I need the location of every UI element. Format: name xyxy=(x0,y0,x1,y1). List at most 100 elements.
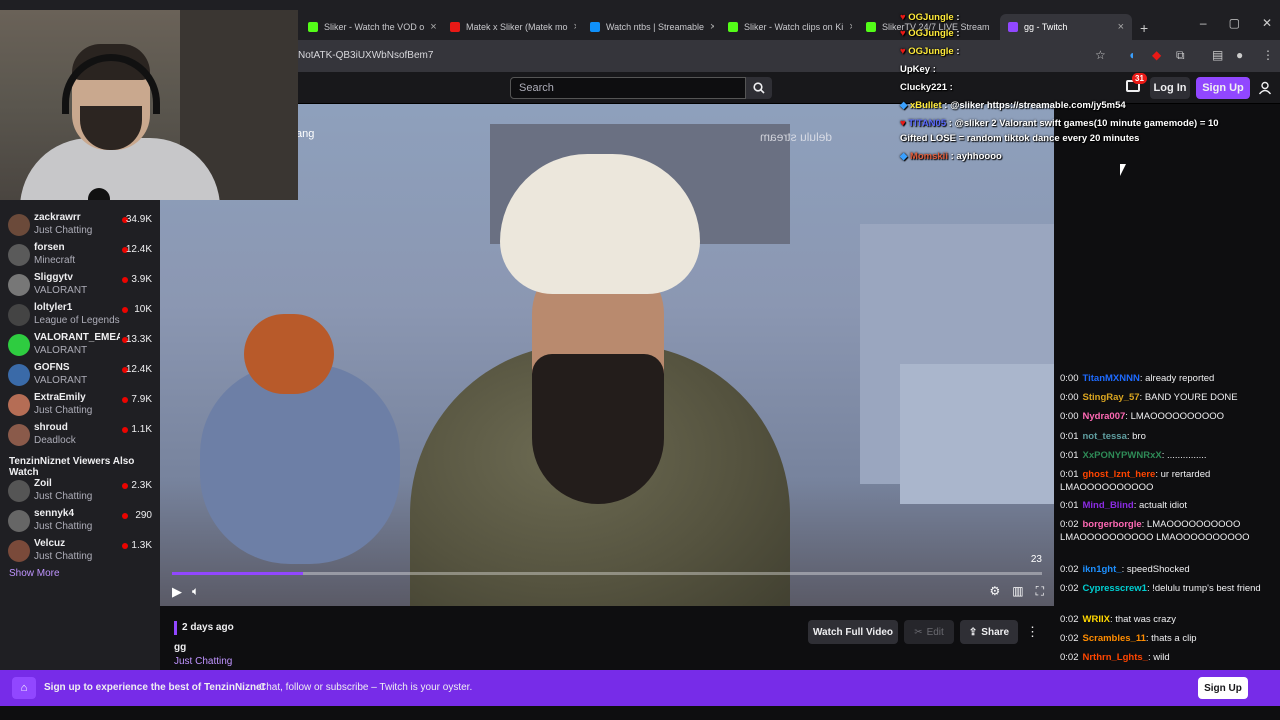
viewer-count: 34.9K xyxy=(125,214,152,225)
tab-favicon-icon xyxy=(866,22,876,32)
share-button[interactable]: ⇪ Share xyxy=(960,620,1018,644)
scissors-icon: ✂ xyxy=(914,626,923,638)
channel-name: Zoil xyxy=(34,478,52,489)
user-icon[interactable] xyxy=(1258,81,1272,95)
share-label: Share xyxy=(981,626,1010,638)
more-options-icon[interactable]: ⋮ xyxy=(1026,624,1039,640)
channel-name: VALORANT_EMEA xyxy=(34,332,120,343)
tab-favicon-icon xyxy=(450,22,460,32)
player-right-controls: ⚙ ▥ ⛶ xyxy=(989,584,1044,599)
share-icon: ⇪ xyxy=(968,626,978,638)
channel-game: VALORANT xyxy=(34,375,88,386)
tab-favicon-icon xyxy=(728,22,738,32)
tab-favicon-icon xyxy=(308,22,318,32)
channel-name: Sliggytv xyxy=(34,272,73,283)
chat-message: 0:00 StingRay_57: BAND YOURE DONE xyxy=(1060,392,1238,403)
tab-close-icon[interactable]: × xyxy=(849,21,852,33)
viewer-count: 10K xyxy=(134,304,152,315)
channel-item[interactable]: ExtraEmily Just Chatting 7.9K xyxy=(0,390,160,420)
live-dot-icon xyxy=(122,277,128,283)
edit-button[interactable]: ✂ Edit xyxy=(904,620,954,644)
viewer-count: 12.4K xyxy=(125,364,152,375)
avatar xyxy=(8,334,30,356)
overlay-chat-message-continued: Gifted LOSE = random tiktok dance every … xyxy=(900,133,1140,144)
chat-message: 0:01 ghost_lznt_here: ur rertarded LMAOOO… xyxy=(1060,469,1211,493)
channel-name: sennyk4 xyxy=(34,508,75,519)
seek-bar[interactable] xyxy=(172,572,1042,575)
chat-message: 0:02 WRIIX: that was crazy xyxy=(1060,614,1176,625)
edit-label: Edit xyxy=(926,626,944,638)
channel-game: VALORANT xyxy=(34,285,88,296)
tab-close-icon[interactable]: × xyxy=(710,21,714,33)
channel-item[interactable]: GOFNS VALORANT 12.4K xyxy=(0,360,160,390)
chat-message: 0:01 Mind_Blind: actualt idiot xyxy=(1060,500,1188,511)
settings-gear-icon[interactable]: ⚙ xyxy=(989,584,1000,599)
browser-tab[interactable]: Matek x Sliker (Matek mo× xyxy=(442,14,576,40)
channel-game: Just Chatting xyxy=(34,491,93,502)
overlay-chat-message: ♥ OGJungle : xyxy=(900,28,960,39)
browser-tab[interactable]: Watch ntbs | Streamable × xyxy=(582,14,714,40)
channel-item[interactable]: shroud Deadlock 1.1K xyxy=(0,420,160,450)
twitch-glitch-icon: ⌂ xyxy=(12,677,36,699)
tab-close-icon[interactable]: × xyxy=(430,21,436,33)
url-text[interactable]: NotATK-QB3iUXWbNsofBem7 xyxy=(298,50,433,61)
avatar xyxy=(8,394,30,416)
search-input[interactable]: Search xyxy=(510,77,746,99)
viewer-count: 13.3K xyxy=(125,334,152,345)
avatar xyxy=(8,540,30,562)
background-monitor xyxy=(900,364,1054,504)
live-dot-icon xyxy=(122,543,128,549)
streamer-webcam xyxy=(0,10,298,200)
avatar xyxy=(8,304,30,326)
volume-icon[interactable]: 🔈︎ xyxy=(192,584,199,599)
channel-name: ExtraEmily xyxy=(34,392,86,403)
viewer-count: 7.9K xyxy=(131,394,152,405)
mouse-cursor-icon xyxy=(1120,164,1126,176)
chat-message: 0:01 not_tessa: bro xyxy=(1060,431,1146,442)
fullscreen-icon[interactable]: ⛶ xyxy=(1036,584,1044,599)
channel-item[interactable]: zackrawrr Just Chatting 34.9K xyxy=(0,210,160,240)
browser-tab[interactable]: Sliker - Watch the VOD o × xyxy=(300,14,438,40)
avatar xyxy=(8,214,30,236)
channel-item[interactable]: Zoil Just Chatting 2.3K xyxy=(0,476,160,506)
channel-item[interactable]: Velcuz Just Chatting 1.3K xyxy=(0,536,160,566)
search-button[interactable] xyxy=(746,77,772,99)
channel-game: Just Chatting xyxy=(34,405,93,416)
bottom-strip xyxy=(0,706,1280,720)
channel-item[interactable]: VALORANT_EMEA VALORANT 13.3K xyxy=(0,330,160,360)
chat-message: 0:00 Nydra007: LMAOOOOOOOOOO xyxy=(1060,411,1224,422)
browser-tab[interactable]: Sliker - Watch clips on Ki× xyxy=(720,14,852,40)
beanbag xyxy=(200,364,400,564)
chat-message: 0:02 Scrambles_11: thats a clip xyxy=(1060,633,1197,644)
watch-full-video-button[interactable]: Watch Full Video xyxy=(808,620,898,644)
play-icon[interactable]: ▶ xyxy=(172,584,182,600)
channel-item[interactable]: forsen Minecraft 12.4K xyxy=(0,240,160,270)
live-dot-icon xyxy=(122,427,128,433)
viewer-count: 3.9K xyxy=(131,274,152,285)
viewer-count: 12.4K xyxy=(125,244,152,255)
channel-game: Just Chatting xyxy=(34,551,93,562)
time-remaining: 23 xyxy=(1030,554,1042,565)
theatre-mode-icon[interactable]: ▥ xyxy=(1012,584,1023,599)
channel-game: Deadlock xyxy=(34,435,76,446)
tab-close-icon[interactable]: × xyxy=(574,21,576,33)
viewer-count: 2.3K xyxy=(131,480,152,491)
signup-banner: ⌂ Sign up to experience the best of Tenz… xyxy=(0,670,1280,706)
channel-item[interactable]: loltyler1 League of Legends 10K xyxy=(0,300,160,330)
show-more-link[interactable]: Show More xyxy=(9,568,60,579)
seek-bar-fill xyxy=(172,572,303,575)
menu-dots-icon[interactable]: ⋮ xyxy=(1262,48,1274,62)
overlay-chat-message: ♥ OGJungle : xyxy=(900,46,960,57)
channel-name: forsen xyxy=(34,242,65,253)
channel-item[interactable]: sennyk4 Just Chatting 290 xyxy=(0,506,160,536)
clip-title: gg xyxy=(174,642,187,653)
close-window-icon[interactable]: ✕ xyxy=(1262,16,1272,30)
screen: Sliker - Watch the VOD o × Matek x Sliker… xyxy=(0,0,1280,720)
clip-age: 2 days ago xyxy=(182,622,234,633)
chat-message: 0:02 borgerborgle: LMAOOOOOOOOOO LMAOOOOO… xyxy=(1060,519,1250,543)
chat-message: 0:02 Nrthrn_Lghts_: wild xyxy=(1060,652,1170,663)
clip-category-link[interactable]: Just Chatting xyxy=(174,656,232,667)
banner-signup-button[interactable]: Sign Up xyxy=(1198,677,1248,699)
channel-item[interactable]: Sliggytv VALORANT 3.9K xyxy=(0,270,160,300)
chat-replay-panel: 0:00 TitanMXNNN: already reported 0:00 Sti… xyxy=(1054,104,1280,670)
